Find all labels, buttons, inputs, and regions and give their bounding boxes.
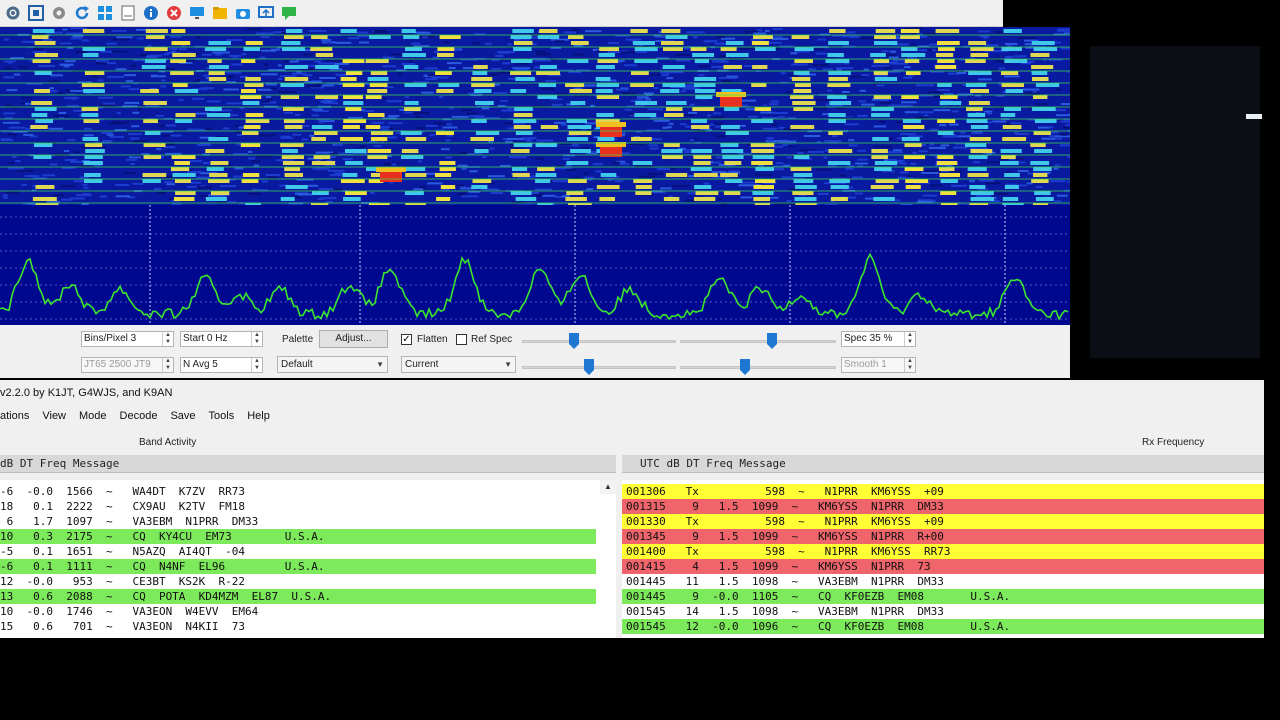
gain-slider-thumb[interactable]	[569, 333, 579, 349]
spin-arrows-icon[interactable]: ▲ ▼	[162, 332, 173, 346]
background-window	[1070, 46, 1280, 380]
top-toolbar	[0, 0, 1003, 27]
start-frequency-spinbox[interactable]: Start 0 Hz ▲ ▼	[180, 331, 263, 347]
start-frequency-value: Start 0 Hz	[183, 333, 228, 344]
n-avg-spinbox[interactable]: N Avg 5 ▲ ▼	[180, 357, 263, 373]
spin-arrows-icon[interactable]: ▲ ▼	[251, 332, 262, 346]
bins-pixel-value: Bins/Pixel 3	[84, 333, 137, 344]
expand-icon[interactable]	[27, 4, 45, 22]
gear-network-icon[interactable]	[4, 4, 22, 22]
waterfall-spectrum-graphic	[0, 27, 1070, 325]
windows-icon[interactable]	[96, 4, 114, 22]
band-activity-title: Band Activity	[139, 437, 197, 448]
rx-frequency-header: UTC dB DT Freq Message	[622, 455, 1264, 473]
zero-slider-track[interactable]	[680, 340, 836, 343]
menu-bar: ations View Mode Decode Save Tools Help	[0, 410, 283, 422]
background-window-inner	[1090, 46, 1260, 358]
n-avg-value: N Avg 5	[183, 359, 218, 370]
settings-icon[interactable]	[50, 4, 68, 22]
spec-zero-slider-thumb[interactable]	[740, 359, 750, 375]
palette-select[interactable]: Default ▼	[277, 356, 388, 373]
chevron-down-icon: ▼	[376, 360, 384, 369]
spec-percent-value: Spec 35 %	[844, 333, 893, 344]
table-row[interactable]: 18 0.1 2222 ~ CX9AU K2TV FM18	[0, 499, 596, 514]
rx-frequency-list[interactable]: 001306 Tx 598 ~ N1PRR KM6YSS +09 001315 9…	[622, 480, 1264, 638]
gain-slider-track[interactable]	[522, 340, 676, 343]
table-row[interactable]: 001415 4 1.5 1099 ~ KM6YSS N1PRR 73	[622, 559, 1264, 574]
ref-spec-label: Ref Spec	[471, 334, 513, 345]
table-row[interactable]: 15 0.6 701 ~ VA3EON N4KII 73	[0, 619, 596, 634]
menu-mode[interactable]: Mode	[79, 410, 107, 422]
chat-icon[interactable]	[280, 4, 298, 22]
close-red-icon[interactable]	[165, 4, 183, 22]
waterfall-controls: Bins/Pixel 3 ▲ ▼ Start 0 Hz ▲ ▼ Palette Adju…	[0, 325, 1070, 378]
spectrum-select-value: Current	[405, 359, 439, 370]
monitor-icon[interactable]	[188, 4, 206, 22]
table-row[interactable]: 001545 14 1.5 1098 ~ VA3EBM N1PRR DM33	[622, 604, 1264, 619]
adjust-button[interactable]: Adjust...	[319, 330, 388, 348]
ref-spec-checkbox[interactable]	[456, 334, 467, 345]
waterfall-display[interactable]	[0, 27, 1070, 325]
document-icon[interactable]	[119, 4, 137, 22]
table-row[interactable]: 001306 Tx 598 ~ N1PRR KM6YSS +09	[622, 484, 1264, 499]
smooth-spinbox[interactable]: Smooth 1 ▲ ▼	[841, 357, 916, 373]
flatten-checkbox[interactable]: ✓	[401, 334, 412, 345]
menu-view[interactable]: View	[42, 410, 66, 422]
menu-configurations[interactable]: ations	[0, 410, 29, 422]
spec-zero-slider-track[interactable]	[680, 366, 836, 369]
palette-label: Palette	[282, 334, 314, 345]
rx-frequency-title: Rx Frequency	[1142, 437, 1205, 448]
menu-save[interactable]: Save	[170, 410, 195, 422]
table-row[interactable]: 001545 12 -0.0 1096 ~ CQ KF0EZB EM08 U.S…	[622, 619, 1264, 634]
table-row[interactable]: 001330 Tx 598 ~ N1PRR KM6YSS +09	[622, 514, 1264, 529]
folder-icon[interactable]	[211, 4, 229, 22]
band-activity-list[interactable]: ▲ -6 -0.0 1566 ~ WA4DT K7ZV RR73 18 0.1 2…	[0, 480, 616, 638]
table-row[interactable]: 001315 9 1.5 1099 ~ KM6YSS N1PRR DM33	[622, 499, 1264, 514]
flatten-label: Flatten	[417, 334, 448, 345]
spec-slider-track[interactable]	[522, 366, 676, 369]
table-row[interactable]: 001445 9 -0.0 1105 ~ CQ KF0EZB EM08 U.S.…	[622, 589, 1264, 604]
table-row[interactable]: 6 1.7 1097 ~ VA3EBM N1PRR DM33	[0, 514, 596, 529]
menu-help[interactable]: Help	[247, 410, 270, 422]
info-icon[interactable]	[142, 4, 160, 22]
jt-mode-spinbox[interactable]: JT65 2500 JT9 ▲ ▼	[81, 357, 174, 373]
band-activity-header: dB DT Freq Message	[0, 455, 616, 473]
table-row[interactable]: 12 -0.0 953 ~ CE3BT KS2K R-22	[0, 574, 596, 589]
smooth-value: Smooth 1	[844, 359, 887, 370]
table-row[interactable]: 001400 Tx 598 ~ N1PRR KM6YSS RR73	[622, 544, 1264, 559]
menu-decode[interactable]: Decode	[120, 410, 158, 422]
table-row[interactable]: -5 0.1 1651 ~ N5AZQ AI4QT -04	[0, 544, 596, 559]
spin-arrows-icon[interactable]: ▲ ▼	[251, 358, 262, 372]
spec-percent-spinbox[interactable]: Spec 35 % ▲ ▼	[841, 331, 916, 347]
spin-arrows-icon[interactable]: ▲ ▼	[904, 332, 915, 346]
table-row[interactable]: 001345 9 1.5 1099 ~ KM6YSS N1PRR R+00	[622, 529, 1264, 544]
zero-slider-thumb[interactable]	[767, 333, 777, 349]
main-window: v2.2.0 by K1JT, G4WJS, and K9AN ations V…	[0, 380, 1264, 638]
screen-share-icon[interactable]	[257, 4, 275, 22]
table-row[interactable]: 10 -0.0 1746 ~ VA3EON W4EVV EM64	[0, 604, 596, 619]
chevron-down-icon: ▼	[504, 360, 512, 369]
table-row[interactable]: 10 0.3 2175 ~ CQ KY4CU EM73 U.S.A.	[0, 529, 596, 544]
refresh-icon[interactable]	[73, 4, 91, 22]
spin-arrows-icon[interactable]: ▲ ▼	[904, 358, 915, 372]
table-row[interactable]: 001445 11 1.5 1098 ~ VA3EBM N1PRR DM33	[622, 574, 1264, 589]
background-light	[1246, 114, 1262, 119]
palette-select-value: Default	[281, 359, 313, 370]
table-row[interactable]: -6 -0.0 1566 ~ WA4DT K7ZV RR73	[0, 484, 596, 499]
scroll-up-icon[interactable]: ▲	[600, 480, 616, 494]
spec-slider-thumb[interactable]	[584, 359, 594, 375]
table-row[interactable]: 13 0.6 2088 ~ CQ POTA KD4MZM EL87 U.S.A.	[0, 589, 596, 604]
table-row[interactable]: -6 0.1 1111 ~ CQ N4NF EL96 U.S.A.	[0, 559, 596, 574]
jt-mode-value: JT65 2500 JT9	[84, 359, 151, 370]
menu-tools[interactable]: Tools	[209, 410, 235, 422]
bins-pixel-spinbox[interactable]: Bins/Pixel 3 ▲ ▼	[81, 331, 174, 347]
camera-icon[interactable]	[234, 4, 252, 22]
spin-arrows-icon[interactable]: ▲ ▼	[162, 358, 173, 372]
spectrum-select[interactable]: Current ▼	[401, 356, 516, 373]
window-title: v2.2.0 by K1JT, G4WJS, and K9AN	[0, 387, 173, 399]
